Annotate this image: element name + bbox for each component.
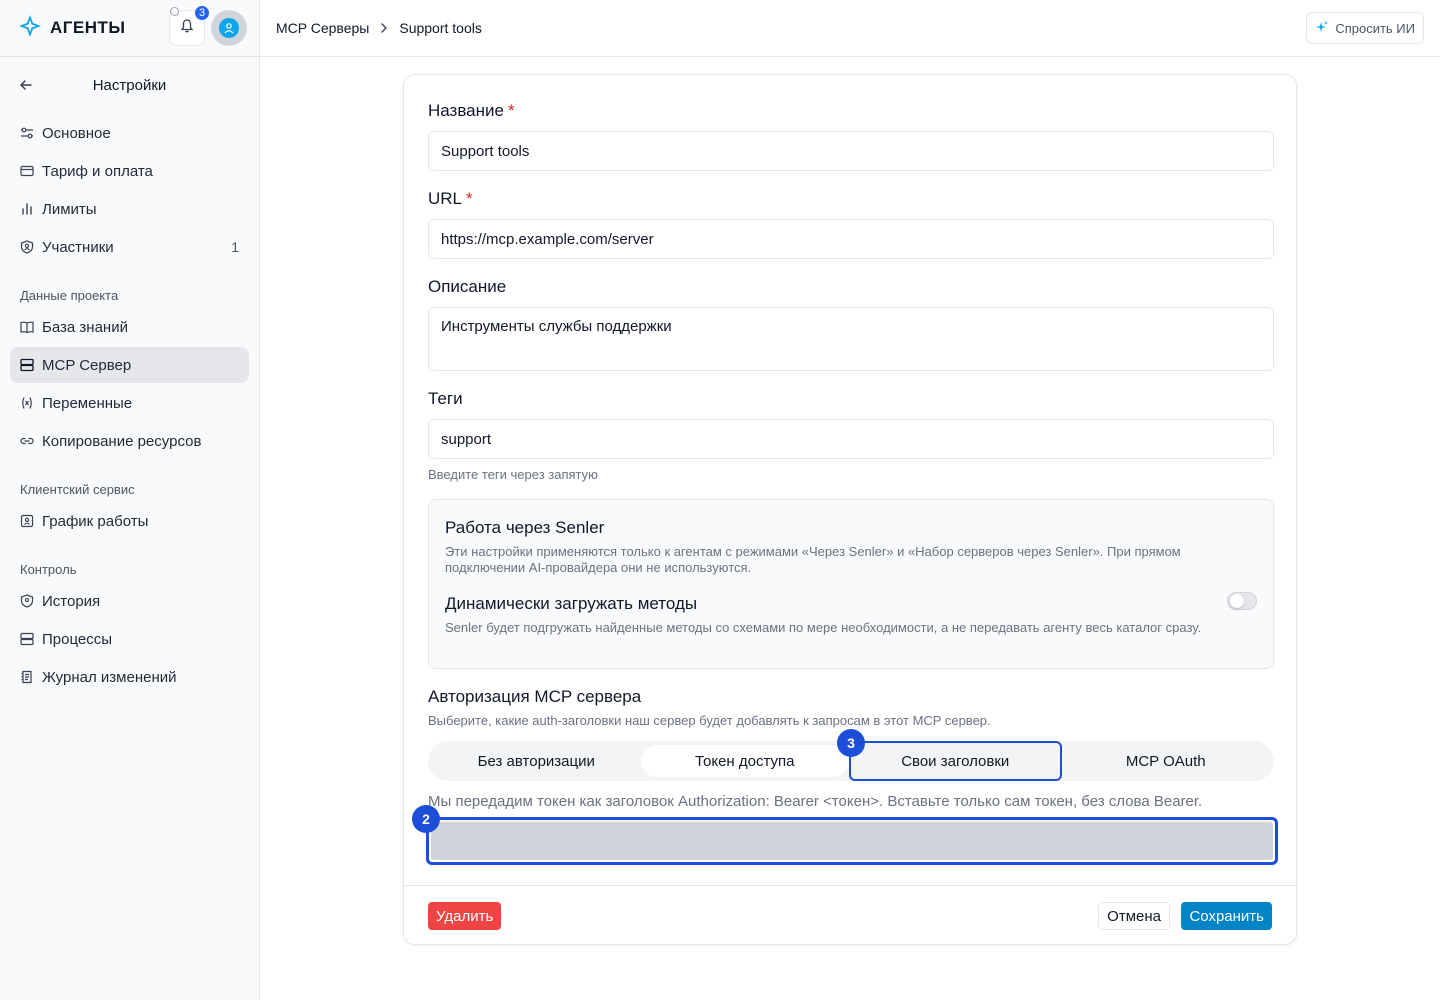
dynamic-methods-title: Динамически загружать методы xyxy=(445,594,698,613)
sparkle-icon xyxy=(1315,20,1329,37)
auth-title: Авторизация MCP сервера xyxy=(428,687,642,706)
server-icon xyxy=(20,632,34,646)
sidebar-top: АГЕНТЫ 3 xyxy=(0,0,259,57)
tags-label: Теги xyxy=(428,389,463,408)
sidebar-item-label: История xyxy=(42,592,101,610)
name-input[interactable]: Support tools xyxy=(428,131,1274,171)
breadcrumb-current: Support tools xyxy=(399,20,482,36)
variable-icon xyxy=(20,396,34,410)
sidebar-item-label: Участники xyxy=(42,238,114,256)
sidebar-item-knowledge-base[interactable]: База знаний xyxy=(10,309,249,345)
tab-mcp-oauth[interactable]: MCP OAuth xyxy=(1062,745,1271,777)
save-button[interactable]: Сохранить xyxy=(1181,902,1272,930)
sidebar-item-label: MCP Сервер xyxy=(42,356,132,374)
sidebar-item-label: Тариф и оплата xyxy=(42,162,153,180)
tab-no-auth[interactable]: Без авторизации xyxy=(432,745,641,777)
annotation-marker: 2 xyxy=(412,805,440,833)
credit-card-icon xyxy=(20,164,34,178)
url-label-text: URL xyxy=(428,189,463,208)
book-icon xyxy=(20,320,34,334)
notifications-button[interactable]: 3 xyxy=(169,5,210,46)
sidebar: АГЕНТЫ 3 Настройки Основное Тариф и опла… xyxy=(0,0,260,1000)
auth-description: Выберите, какие auth-заголовки наш серве… xyxy=(428,713,991,728)
senler-title: Работа через Senler xyxy=(445,518,605,537)
sidebar-item-general[interactable]: Основное xyxy=(10,115,249,151)
token-input-field xyxy=(431,822,1273,860)
name-label-text: Название xyxy=(428,101,504,120)
senler-description: Эти настройки применяются только к агент… xyxy=(445,544,1181,575)
tags-input[interactable]: support xyxy=(428,419,1274,459)
sidebar-item-label: Копирование ресурсов xyxy=(42,432,202,450)
token-hint: Мы передадим токен как заголовок Authori… xyxy=(428,793,1203,810)
url-label: URL * xyxy=(428,189,473,209)
chevron-right-icon xyxy=(377,21,391,35)
loading-icon xyxy=(170,7,179,16)
description-textarea[interactable]: Инструменты службы поддержки xyxy=(428,307,1274,371)
breadcrumb-parent[interactable]: MCP Серверы xyxy=(276,20,369,36)
link-icon xyxy=(20,434,34,448)
log-icon xyxy=(20,670,34,684)
avatar[interactable] xyxy=(211,10,247,46)
token-input[interactable] xyxy=(426,817,1278,865)
senler-settings: Работа через Senler Эти настройки примен… xyxy=(428,499,1274,669)
form-footer: Удалить Отмена Сохранить xyxy=(404,885,1296,945)
back-arrow-icon[interactable] xyxy=(18,77,34,93)
sidebar-item-changelog[interactable]: Журнал изменений xyxy=(10,659,249,695)
sidebar-title: Настройки xyxy=(92,76,167,94)
sliders-icon xyxy=(20,126,34,140)
sidebar-item-history[interactable]: История xyxy=(10,583,249,619)
tags-hint: Введите теги через запятую xyxy=(428,467,598,482)
logo-text: АГЕНТЫ xyxy=(50,18,126,37)
sidebar-item-copy-resources[interactable]: Копирование ресурсов xyxy=(10,423,249,459)
dynamic-methods-toggle[interactable] xyxy=(1227,592,1257,610)
schedule-icon xyxy=(20,514,34,528)
sidebar-item-label: График работы xyxy=(42,512,149,530)
mcp-server-form: Название * Support tools URL * https://mcp… xyxy=(403,74,1297,945)
required-mark: * xyxy=(466,189,473,208)
sidebar-item-label: Основное xyxy=(42,124,111,142)
ask-ai-button[interactable]: Спросить ИИ xyxy=(1306,12,1424,44)
annotation-marker: 3 xyxy=(837,729,865,757)
nav-group-control: Контроль xyxy=(20,562,77,577)
required-mark: * xyxy=(507,101,515,120)
sidebar-item-members[interactable]: Участники 1 xyxy=(10,229,249,265)
cancel-button[interactable]: Отмена xyxy=(1098,902,1170,930)
members-count: 1 xyxy=(231,239,239,255)
sidebar-item-limits[interactable]: Лимиты xyxy=(10,191,249,227)
sidebar-item-billing[interactable]: Тариф и оплата xyxy=(10,153,249,189)
sidebar-item-label: Процессы xyxy=(42,630,113,648)
sidebar-header: Настройки xyxy=(0,57,259,113)
sidebar-item-variables[interactable]: Переменные xyxy=(10,385,249,421)
nav-group-project: Данные проекта xyxy=(20,288,119,303)
sidebar-item-label: Переменные xyxy=(42,394,133,412)
bell-icon xyxy=(179,18,195,39)
topbar: MCP Серверы Support tools Спросить ИИ xyxy=(260,0,1440,57)
breadcrumb: MCP Серверы Support tools xyxy=(276,20,482,36)
sidebar-item-schedule[interactable]: График работы xyxy=(10,503,249,539)
delete-button[interactable]: Удалить xyxy=(428,902,502,930)
tab-access-token[interactable]: Токен доступа xyxy=(640,745,849,777)
logo-icon xyxy=(18,14,42,43)
url-input[interactable]: https://mcp.example.com/server xyxy=(428,219,1274,259)
sidebar-item-mcp-server[interactable]: MCP Сервер xyxy=(10,347,249,383)
server-icon xyxy=(20,358,34,372)
users-icon xyxy=(20,240,34,254)
dynamic-methods-description: Senler будет подгружать найденные методы… xyxy=(445,620,1202,635)
ask-ai-label: Спросить ИИ xyxy=(1335,20,1415,36)
history-icon xyxy=(20,594,34,608)
name-label: Название * xyxy=(428,101,515,121)
sidebar-item-label: Лимиты xyxy=(42,200,97,218)
description-label: Описание xyxy=(428,277,507,296)
sidebar-item-label: Журнал изменений xyxy=(42,668,177,686)
sidebar-item-processes[interactable]: Процессы xyxy=(10,621,249,657)
user-icon xyxy=(219,18,239,38)
bar-chart-icon xyxy=(20,202,34,216)
tab-custom-headers[interactable]: Свои заголовки xyxy=(849,741,1062,781)
toggle-knob xyxy=(1230,594,1244,608)
sidebar-item-label: База знаний xyxy=(42,318,128,336)
logo[interactable]: АГЕНТЫ xyxy=(18,14,126,43)
notification-badge: 3 xyxy=(194,5,210,21)
nav-group-client: Клиентский сервис xyxy=(20,482,135,497)
